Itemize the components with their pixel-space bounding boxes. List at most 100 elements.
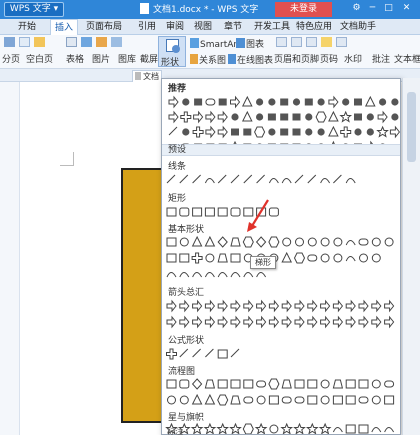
shape-glyph[interactable] <box>179 237 189 247</box>
shape-glyph[interactable] <box>268 315 280 329</box>
shape-glyph[interactable] <box>366 113 374 121</box>
shape-glyph[interactable] <box>280 422 294 434</box>
shape-glyph[interactable] <box>320 237 330 247</box>
shape-glyph[interactable] <box>204 299 216 313</box>
shape-glyph[interactable] <box>317 128 325 136</box>
shape-glyph[interactable] <box>256 272 267 278</box>
shape-glyph[interactable] <box>231 113 239 121</box>
shape-glyph[interactable] <box>204 315 216 329</box>
watermark-button[interactable]: 水印 <box>344 54 362 66</box>
shape-glyph[interactable] <box>333 253 343 263</box>
shape-glyph[interactable] <box>281 178 292 184</box>
shape-glyph[interactable] <box>345 315 356 329</box>
shape-glyph[interactable] <box>358 299 369 313</box>
shape-glyph[interactable] <box>345 178 356 184</box>
shape-glyph[interactable] <box>293 422 306 434</box>
shape-glyph[interactable] <box>268 299 280 313</box>
shape-glyph[interactable] <box>230 237 241 247</box>
shape-glyph[interactable] <box>243 128 252 136</box>
shape-glyph[interactable] <box>205 125 216 139</box>
shape-glyph[interactable] <box>180 111 192 123</box>
comment-button[interactable]: 批注 <box>372 54 390 66</box>
shape-glyph[interactable] <box>243 174 253 184</box>
shape-glyph[interactable] <box>217 349 228 359</box>
shape-glyph[interactable] <box>204 393 216 405</box>
shape-glyph[interactable] <box>166 348 177 360</box>
shape-glyph[interactable] <box>358 379 369 389</box>
shape-glyph[interactable] <box>345 240 356 246</box>
maximize-icon[interactable]: □ <box>382 2 395 15</box>
shape-glyph[interactable] <box>307 299 318 313</box>
shape-glyph[interactable] <box>294 315 305 329</box>
page-break-button[interactable]: 分页 <box>2 54 20 66</box>
blank-page-button[interactable]: 空白页 <box>26 54 53 66</box>
shape-glyph[interactable] <box>166 299 177 313</box>
tab-review[interactable]: 审阅 <box>166 19 184 35</box>
shape-glyph[interactable] <box>332 379 344 389</box>
shape-glyph[interactable] <box>315 111 327 123</box>
flowchart-shapes-row1[interactable] <box>162 377 400 391</box>
shape-glyph[interactable] <box>256 299 267 313</box>
equation-shapes[interactable] <box>162 347 400 361</box>
shape-glyph[interactable] <box>268 236 280 248</box>
shape-glyph[interactable] <box>182 128 190 136</box>
shape-glyph[interactable] <box>376 125 389 138</box>
gallery-button[interactable]: 图库 <box>118 54 136 66</box>
shape-glyph[interactable] <box>230 348 240 358</box>
shape-glyph[interactable] <box>328 125 339 137</box>
shape-glyph[interactable] <box>332 299 344 313</box>
shape-glyph[interactable] <box>339 110 353 123</box>
shape-glyph[interactable] <box>358 424 369 434</box>
shape-glyph[interactable] <box>179 174 189 184</box>
shape-glyph[interactable] <box>384 237 394 247</box>
shape-glyph[interactable] <box>192 348 201 358</box>
shape-glyph[interactable] <box>192 207 203 217</box>
shape-glyph[interactable] <box>217 253 228 263</box>
shape-glyph[interactable] <box>179 379 190 389</box>
shape-glyph[interactable] <box>230 207 241 217</box>
shape-glyph[interactable] <box>359 253 368 263</box>
shape-glyph[interactable] <box>328 95 339 109</box>
shape-glyph[interactable] <box>371 427 382 433</box>
rectangle-shapes[interactable] <box>162 205 400 219</box>
shape-glyph[interactable] <box>281 299 292 313</box>
gallery-scrollbar[interactable] <box>402 78 420 435</box>
shape-glyph[interactable] <box>345 299 356 313</box>
shape-glyph[interactable] <box>294 299 305 313</box>
star-shapes[interactable] <box>162 422 400 435</box>
shape-glyph[interactable] <box>268 98 276 106</box>
shape-glyph[interactable] <box>371 237 381 247</box>
shape-glyph[interactable] <box>243 299 254 313</box>
shape-glyph[interactable] <box>205 348 214 358</box>
shape-glyph[interactable] <box>243 315 254 329</box>
shape-glyph[interactable] <box>364 95 376 107</box>
shape-glyph[interactable] <box>379 98 387 106</box>
screenshot-button[interactable]: 截屏 <box>140 54 158 66</box>
shape-glyph[interactable] <box>230 174 240 184</box>
shape-glyph[interactable] <box>354 98 362 106</box>
flowchart-shapes-row2[interactable] <box>162 393 400 407</box>
shape-glyph[interactable] <box>281 251 293 263</box>
shape-glyph[interactable] <box>217 236 228 248</box>
shape-glyph[interactable] <box>256 113 264 121</box>
tab-home[interactable]: 开始 <box>18 19 36 35</box>
shape-glyph[interactable] <box>391 113 399 121</box>
shape-glyph[interactable] <box>179 348 189 358</box>
shape-glyph[interactable] <box>166 174 176 184</box>
shape-glyph[interactable] <box>292 128 301 136</box>
shape-glyph[interactable] <box>345 256 356 262</box>
shape-glyph[interactable] <box>191 252 203 264</box>
shape-glyph[interactable] <box>280 128 289 136</box>
shape-glyph[interactable] <box>204 235 216 247</box>
shape-glyph[interactable] <box>204 178 215 184</box>
shape-glyph[interactable] <box>293 252 306 264</box>
tab-references[interactable]: 引用 <box>138 19 156 35</box>
shape-glyph[interactable] <box>254 126 266 138</box>
shape-glyph[interactable] <box>168 110 179 124</box>
shape-glyph[interactable] <box>256 174 265 184</box>
shape-glyph[interactable] <box>204 207 215 217</box>
shape-glyph[interactable] <box>168 126 178 136</box>
shape-glyph[interactable] <box>268 178 279 184</box>
shape-glyph[interactable] <box>179 315 190 329</box>
shape-button[interactable]: 形状 <box>158 36 186 68</box>
